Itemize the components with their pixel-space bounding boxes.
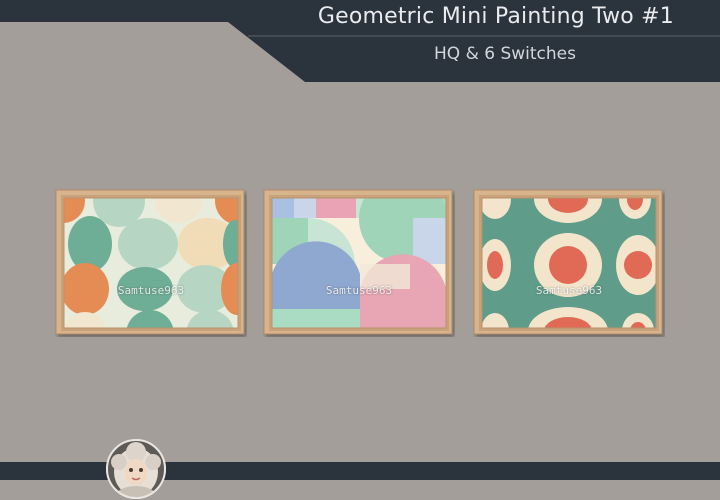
page-title: Geometric Mini Painting Two #1	[317, 4, 674, 29]
page-subtitle: HQ & 6 Switches	[434, 44, 576, 64]
painting-2[interactable]: Samtuse963	[263, 189, 455, 337]
doll-portrait-icon[interactable]	[105, 438, 167, 500]
painting-2-artwork	[263, 189, 453, 335]
painting-1[interactable]: Samtuse963	[55, 189, 247, 337]
painting-3-artwork	[473, 189, 663, 335]
painting-3[interactable]: Samtuse963	[473, 189, 665, 337]
painting-1-artwork	[55, 189, 245, 335]
